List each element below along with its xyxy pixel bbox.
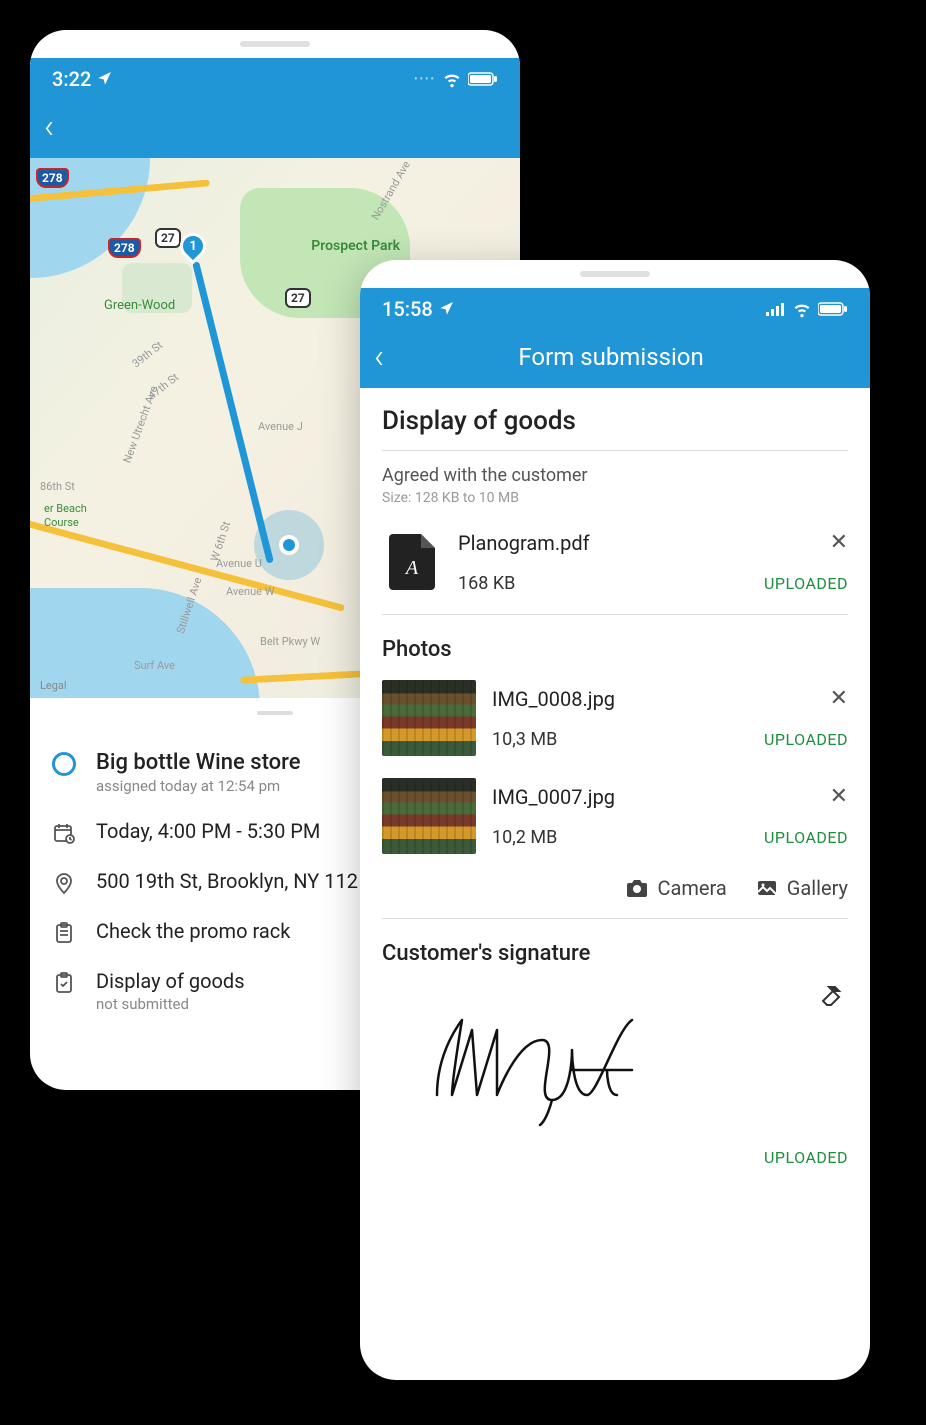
file-size: 10,2 MB	[492, 827, 557, 848]
photo-thumbnail[interactable]	[382, 680, 476, 756]
gallery-label: Gallery	[787, 876, 848, 900]
notch-bar	[360, 260, 870, 288]
file-name: IMG_0008.jpg	[492, 687, 615, 711]
field-label-agree: Agreed with the customer	[382, 465, 848, 486]
street-label: Surf Ave	[134, 659, 175, 672]
map-label-greenwood: Green-Wood	[104, 298, 175, 313]
eraser-icon[interactable]	[818, 982, 844, 1008]
calendar-icon	[50, 819, 78, 845]
form-title: Display of goods	[382, 406, 848, 436]
header-bar: ‹	[30, 100, 520, 158]
clipboard-icon	[50, 919, 78, 945]
street-label: New Utrecht Ave	[121, 384, 161, 465]
street-label: er Beach	[44, 502, 87, 515]
map-legal-link[interactable]: Legal	[40, 679, 67, 692]
checklist-icon	[50, 969, 78, 995]
street-label: Avenue U	[216, 557, 262, 570]
header-title: Form submission	[396, 343, 826, 371]
file-size: 168 KB	[458, 573, 515, 594]
back-icon[interactable]: ‹	[374, 340, 384, 374]
wifi-icon	[442, 69, 462, 89]
file-size: 10,3 MB	[492, 729, 557, 750]
status-circle-icon	[52, 752, 76, 776]
status-bar: 15:58	[360, 288, 870, 330]
hwy-shield: 278	[108, 238, 141, 258]
gallery-button[interactable]: Gallery	[755, 876, 848, 900]
form-body: Display of goods Agreed with the custome…	[360, 388, 870, 1185]
photos-heading: Photos	[382, 637, 848, 662]
remove-file-icon[interactable]: ✕	[830, 686, 848, 711]
street-label: 39th St	[130, 339, 165, 371]
status-time: 15:58	[382, 297, 433, 321]
remove-file-icon[interactable]: ✕	[830, 784, 848, 809]
battery-icon	[468, 72, 498, 86]
battery-icon	[818, 302, 848, 316]
wifi-icon	[792, 299, 812, 319]
file-name: Planogram.pdf	[458, 531, 590, 555]
photo-row: IMG_0008.jpg ✕ 10,3 MB UPLOADED	[382, 674, 848, 772]
file-row-pdf: A Planogram.pdf ✕ 168 KB UPLOADED	[382, 520, 848, 614]
hwy-shield: 278	[36, 168, 69, 188]
street-label: Course	[44, 516, 79, 529]
size-hint: Size: 128 KB to 10 MB	[382, 490, 848, 506]
camera-label: Camera	[657, 876, 726, 900]
phone-right: 15:58 ‹ Form submission Display of goods…	[360, 260, 870, 1380]
photo-row: IMG_0007.jpg ✕ 10,2 MB UPLOADED	[382, 772, 848, 870]
svg-text:A: A	[404, 557, 419, 579]
signature-area[interactable]	[382, 978, 848, 1148]
cellular-icon	[766, 302, 786, 316]
street-label: Avenue J	[258, 420, 303, 433]
hwy-shield: 27	[285, 288, 311, 308]
current-location-icon	[254, 510, 324, 580]
file-name: IMG_0007.jpg	[492, 785, 615, 809]
signature-heading: Customer's signature	[382, 941, 848, 966]
location-arrow-icon	[97, 67, 113, 91]
hwy-shield: 27	[155, 228, 181, 248]
route-line	[192, 261, 274, 563]
map-label-park: Prospect Park	[311, 238, 400, 254]
status-time: 3:22	[52, 67, 91, 91]
back-icon[interactable]: ‹	[44, 110, 54, 144]
remove-file-icon[interactable]: ✕	[830, 530, 848, 555]
pin-icon	[50, 869, 78, 895]
street-label: Avenue W	[226, 585, 274, 598]
cellular-dots-icon: ••••	[414, 74, 436, 85]
location-arrow-icon	[439, 297, 455, 321]
header-bar: ‹ Form submission	[360, 330, 870, 388]
street-label: 86th St	[40, 480, 75, 493]
status-bar: 3:22 ••••	[30, 58, 520, 100]
signature-drawing	[422, 1000, 702, 1130]
upload-status: UPLOADED	[764, 828, 848, 847]
photo-thumbnail[interactable]	[382, 778, 476, 854]
notch-bar	[30, 30, 520, 58]
pdf-icon: A	[382, 526, 442, 598]
upload-status: UPLOADED	[764, 730, 848, 749]
upload-status: UPLOADED	[382, 1148, 848, 1167]
upload-status: UPLOADED	[764, 574, 848, 593]
camera-button[interactable]: Camera	[625, 876, 726, 900]
street-label: Belt Pkwy W	[260, 635, 320, 648]
